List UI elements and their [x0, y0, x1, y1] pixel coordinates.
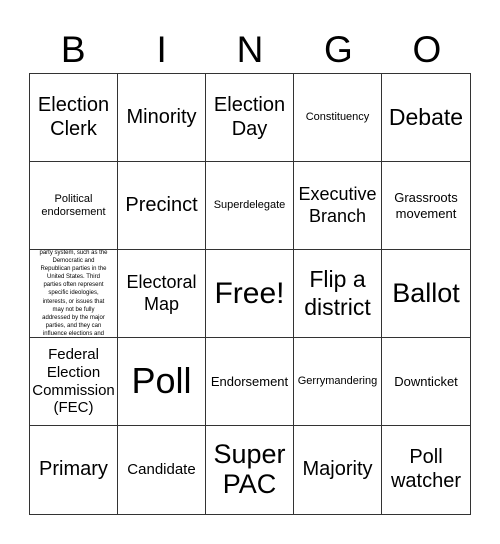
bingo-cell[interactable]: party system, such as the Democratic and…: [30, 250, 118, 338]
bingo-cell[interactable]: Superdelegate: [206, 162, 294, 250]
bingo-cell[interactable]: Political endorsement: [30, 162, 118, 250]
bingo-cell[interactable]: Poll watcher: [382, 426, 470, 514]
bingo-cell[interactable]: Election Day: [206, 74, 294, 162]
bingo-cell[interactable]: Constituency: [294, 74, 382, 162]
bingo-cell[interactable]: Poll: [118, 338, 206, 426]
bingo-grid: Election Clerk Minority Election Day Con…: [29, 73, 471, 515]
bingo-cell[interactable]: Gerrymandering: [294, 338, 382, 426]
bingo-cell[interactable]: Flip a district: [294, 250, 382, 338]
header-letter-i: I: [156, 29, 167, 70]
bingo-cell[interactable]: Downticket: [382, 338, 470, 426]
bingo-cell[interactable]: Executive Branch: [294, 162, 382, 250]
header-letter-o: O: [412, 29, 442, 70]
header-letter-n: N: [236, 29, 264, 70]
bingo-cell[interactable]: Super PAC: [206, 426, 294, 514]
bingo-cell[interactable]: Endorsement: [206, 338, 294, 426]
bingo-cell[interactable]: Majority: [294, 426, 382, 514]
bingo-cell[interactable]: Ballot: [382, 250, 470, 338]
bingo-cell[interactable]: Minority: [118, 74, 206, 162]
bingo-cell[interactable]: Primary: [30, 426, 118, 514]
header-letter-b: B: [60, 29, 86, 70]
free-space-cell[interactable]: Free!: [206, 250, 294, 338]
bingo-cell[interactable]: Federal Election Commission (FEC): [30, 338, 118, 426]
header-letter-g: G: [324, 29, 353, 70]
bingo-cell[interactable]: Precinct: [118, 162, 206, 250]
bingo-cell[interactable]: Election Clerk: [30, 74, 118, 162]
bingo-header: B I N G O: [29, 28, 471, 72]
bingo-cell[interactable]: Grassroots movement: [382, 162, 470, 250]
bingo-cell[interactable]: Debate: [382, 74, 470, 162]
bingo-cell[interactable]: Candidate: [118, 426, 206, 514]
bingo-cell[interactable]: Electoral Map: [118, 250, 206, 338]
